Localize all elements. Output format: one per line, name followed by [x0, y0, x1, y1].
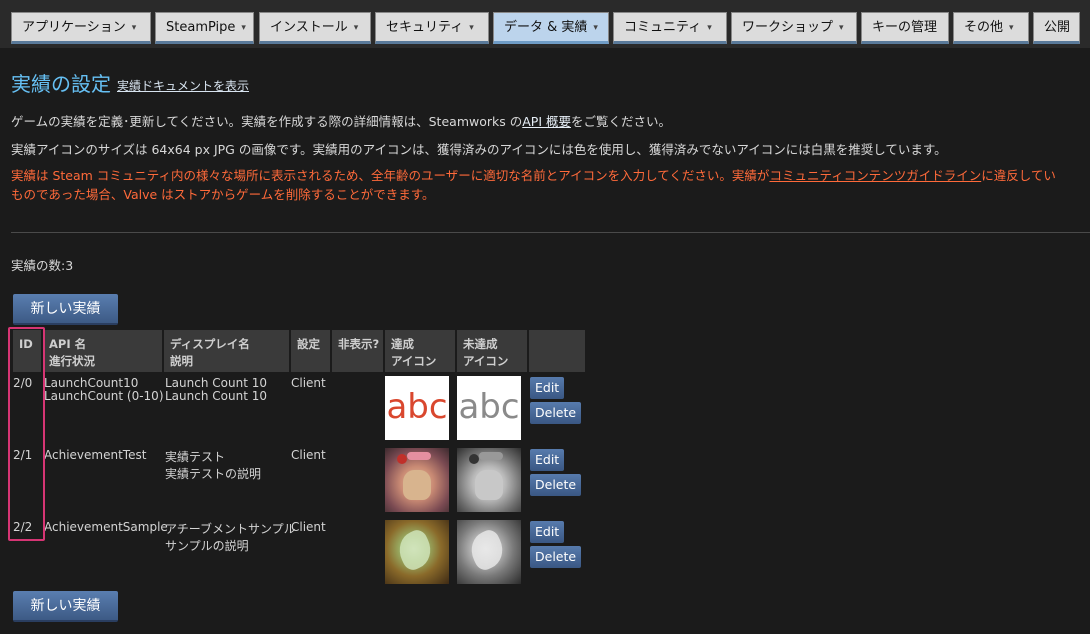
header-sublabel: アイコン — [391, 354, 437, 368]
header-label: API 名 — [49, 337, 87, 351]
row-id: 2/0 — [13, 376, 33, 390]
intro-text-end: をご覧ください。 — [570, 114, 671, 129]
row-description: サンプルの説明 — [165, 539, 249, 553]
row-api-name: AchievementSample — [44, 520, 168, 534]
column-header-display-name: ディスプレイ名 説明 — [164, 330, 289, 372]
chevron-down-icon: ▾ — [839, 23, 844, 33]
chevron-down-icon: ▾ — [241, 23, 246, 33]
delete-button[interactable]: Delete — [530, 546, 582, 568]
chevron-down-icon: ▾ — [1009, 23, 1014, 33]
row-description: 実績テストの説明 — [165, 467, 262, 481]
column-header-unachieved-icon: 未達成 アイコン — [457, 330, 527, 372]
row-setting: Client — [291, 520, 326, 534]
row-setting: Client — [291, 376, 326, 390]
tab-label: SteamPipe — [166, 20, 236, 35]
row-id: 2/2 — [13, 520, 33, 534]
delete-button[interactable]: Delete — [530, 474, 582, 496]
header-label: ディスプレイ名 — [170, 337, 250, 351]
row-display-name: アチーブメントサンプル — [165, 522, 296, 536]
achievement-count: 実績の数:3 — [11, 258, 74, 273]
tab-install[interactable]: インストール ▾ — [259, 12, 371, 44]
row-progress: LaunchCount (0-10) — [44, 389, 164, 403]
column-header-hidden: 非表示? — [332, 330, 383, 372]
row-api-name: AchievementTest — [44, 448, 147, 462]
intro-paragraph: ゲームの実績を定義･更新してください。実績を作成する際の詳細情報は、Steamw… — [11, 111, 671, 130]
header-sublabel: 説明 — [170, 354, 193, 368]
tab-label: セキュリティ — [386, 20, 464, 35]
chevron-down-icon: ▾ — [469, 23, 474, 33]
warning-text-end: に違反してい — [981, 168, 1056, 183]
unachieved-icon-image: abc — [457, 376, 521, 440]
column-header-setting: 設定 — [291, 330, 330, 372]
chevron-down-icon: ▾ — [593, 23, 598, 33]
header-label: 達成 — [391, 337, 414, 351]
delete-button[interactable]: Delete — [530, 402, 582, 424]
api-overview-link[interactable]: API 概要 — [522, 114, 571, 129]
edit-button[interactable]: Edit — [530, 449, 565, 471]
tab-steampipe[interactable]: SteamPipe ▾ — [155, 12, 254, 44]
header-sublabel: 進行状況 — [49, 354, 95, 368]
row-setting: Client — [291, 448, 326, 462]
achieved-icon-image — [385, 520, 449, 584]
header-label: 未達成 — [463, 337, 498, 351]
column-header-actions — [529, 330, 585, 372]
tab-security[interactable]: セキュリティ ▾ — [375, 12, 489, 44]
tab-label: キーの管理 — [872, 20, 938, 35]
page-title: 実績の設定 — [11, 72, 111, 96]
tab-label: その他 — [964, 20, 1004, 35]
content-warning: 実績は Steam コミュニティ内の様々な場所に表示されるため、全年齢のユーザー… — [11, 166, 1090, 204]
achieved-icon-text: abc — [386, 387, 448, 427]
row-description: Launch Count 10 — [165, 389, 267, 403]
tab-data-achievements[interactable]: データ & 実績 ▾ — [493, 12, 609, 44]
chevron-down-icon: ▾ — [353, 23, 359, 33]
header-sublabel: アイコン — [463, 354, 509, 368]
tab-label: アプリケーション — [22, 20, 126, 35]
tab-workshop[interactable]: ワークショップ ▾ — [731, 12, 857, 44]
tab-label: インストール — [270, 20, 348, 35]
header-label: 非表示? — [338, 337, 380, 351]
intro-text: ゲームの実績を定義･更新してください。実績を作成する際の詳細情報は、Steamw… — [11, 114, 523, 129]
tab-key-management[interactable]: キーの管理 — [861, 12, 949, 44]
edit-button[interactable]: Edit — [530, 377, 565, 399]
tab-community[interactable]: コミュニティ ▾ — [613, 12, 727, 44]
new-achievement-button-bottom[interactable]: 新しい実績 — [13, 591, 118, 622]
chevron-down-icon: ▾ — [707, 23, 712, 33]
top-navigation: アプリケーション ▾ SteamPipe ▾ インストール ▾ セキュリティ ▾ データ… — [0, 0, 1090, 48]
achieved-icon-image — [385, 448, 449, 512]
unachieved-icon-image — [457, 520, 521, 584]
achieved-icon-image: abc — [385, 376, 449, 440]
tab-other[interactable]: その他 ▾ — [953, 12, 1029, 44]
tab-publish[interactable]: 公開 — [1033, 12, 1080, 44]
warning-text: 実績は Steam コミュニティ内の様々な場所に表示されるため、全年齢のユーザー… — [11, 168, 770, 183]
divider — [11, 232, 1090, 233]
column-header-api-name: API 名進行状況 — [43, 330, 162, 372]
column-header-achieved-icon: 達成 アイコン — [385, 330, 455, 372]
community-guidelines-link[interactable]: コミュニティコンテンツガイドライン — [769, 168, 981, 183]
warning-text-line2: ものであった場合、Valve はストアからゲームを削除することができます。 — [11, 187, 435, 202]
unachieved-icon-image — [457, 448, 521, 512]
tab-label: ワークショップ — [742, 20, 834, 35]
icon-size-note: 実績アイコンのサイズは 64x64 px JPG の画像です。実績用のアイコンは… — [11, 142, 947, 157]
new-achievement-button[interactable]: 新しい実績 — [13, 294, 118, 325]
view-docs-link[interactable]: 実績ドキュメントを表示 — [117, 77, 249, 94]
header-label: 設定 — [297, 337, 320, 351]
header-label: ID — [19, 337, 33, 351]
unachieved-icon-text: abc — [458, 387, 520, 427]
tab-applications[interactable]: アプリケーション ▾ — [11, 12, 151, 44]
tab-label: コミュニティ — [624, 20, 702, 35]
tab-label: データ & 実績 — [504, 20, 588, 35]
tab-label: 公開 — [1044, 20, 1071, 35]
column-header-id: ID — [13, 330, 41, 372]
row-display-name: 実績テスト — [165, 450, 226, 464]
edit-button[interactable]: Edit — [530, 521, 565, 543]
chevron-down-icon: ▾ — [131, 23, 137, 33]
row-id: 2/1 — [13, 448, 33, 462]
